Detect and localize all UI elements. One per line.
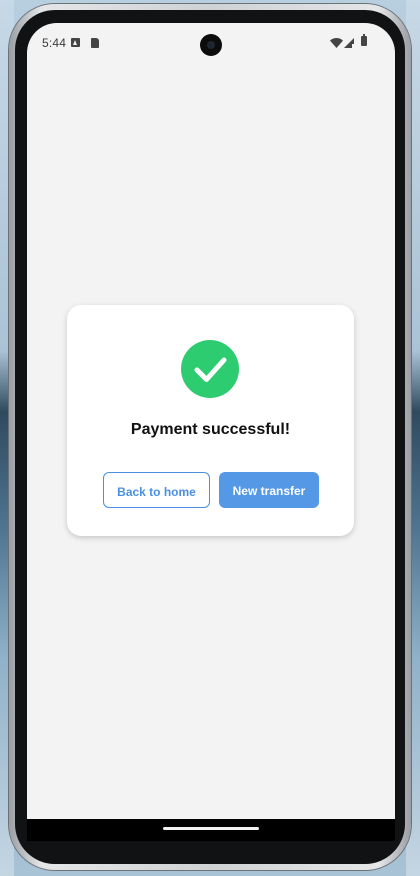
payment-status-title: Payment successful! bbox=[130, 421, 291, 438]
wifi-icon bbox=[330, 37, 343, 51]
front-camera bbox=[200, 34, 222, 56]
back-to-home-button[interactable]: Back to home bbox=[103, 472, 210, 508]
cellular-signal-icon bbox=[344, 37, 355, 51]
new-transfer-button[interactable]: New transfer bbox=[219, 472, 319, 508]
payment-success-card: Payment successful! Back to home New tra… bbox=[67, 305, 354, 536]
sd-card-icon bbox=[91, 38, 99, 48]
battery-icon bbox=[361, 34, 367, 46]
status-bar: 5:44 bbox=[27, 33, 395, 56]
a-notification-icon bbox=[71, 38, 80, 47]
navigation-bar bbox=[27, 819, 395, 841]
home-indicator[interactable] bbox=[163, 827, 259, 830]
status-time: 5:44 bbox=[42, 36, 67, 50]
check-circle-icon bbox=[181, 340, 239, 398]
app-screen: 5:44 Payment successful! Back to home Ne… bbox=[27, 23, 395, 819]
